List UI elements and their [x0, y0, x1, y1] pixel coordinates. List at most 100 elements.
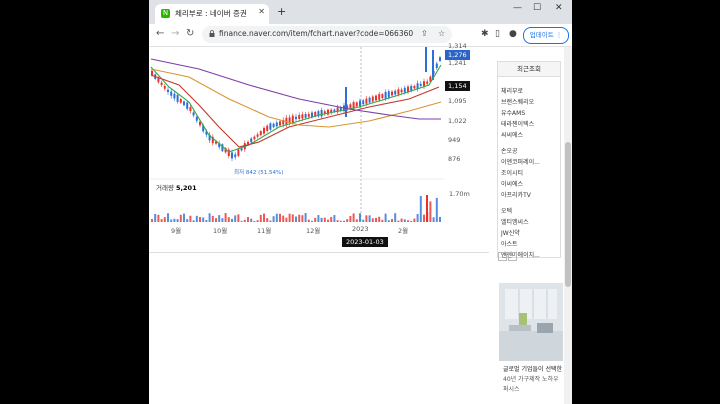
volume-bar	[218, 215, 221, 222]
volume-bar	[179, 214, 182, 222]
forward-arrow-icon[interactable]: →	[171, 28, 179, 39]
browser-tab[interactable]: N 체리부로 : 네이버 증권 ✕	[155, 4, 269, 24]
volume-bar	[400, 218, 403, 222]
crosshair-price-tag: 1,154	[445, 81, 470, 91]
volume-bar	[160, 219, 163, 222]
volume-bar	[186, 219, 189, 222]
volume-spike-bar	[426, 195, 428, 222]
volume-bar	[259, 214, 262, 222]
reload-icon[interactable]: ↻	[186, 28, 194, 39]
candle-body	[256, 134, 259, 137]
back-arrow-icon[interactable]: ←	[156, 28, 164, 39]
volume-bar	[192, 220, 195, 222]
candle-body	[279, 121, 281, 126]
candle-body	[291, 115, 294, 123]
pager-next-icon[interactable]: ›	[508, 252, 517, 261]
volume-bar	[343, 220, 345, 222]
candle-body	[240, 148, 243, 151]
update-button[interactable]: 업데이트 ⋮	[523, 27, 569, 44]
recent-stock-item[interactable]: 테라젠이텍스	[501, 119, 534, 128]
recent-stock-item[interactable]: 오텍	[501, 206, 512, 215]
candle-body	[384, 91, 387, 99]
candle-body	[253, 136, 256, 140]
candle-body	[275, 122, 278, 127]
candle-body	[304, 113, 307, 118]
page-scrollbar[interactable]	[564, 47, 572, 404]
recent-stock-item[interactable]: JW신약	[501, 228, 520, 237]
volume-bar	[183, 213, 185, 222]
extensions-icon[interactable]: ✱	[481, 29, 489, 39]
ad-brand[interactable]: 퍼시스	[503, 384, 520, 393]
volume-bar	[243, 219, 246, 222]
recent-stock-item[interactable]: 엘티엠씨스	[501, 217, 529, 226]
update-label: 업데이트	[529, 31, 554, 39]
volume-bar	[195, 215, 198, 222]
candle-body	[179, 99, 182, 103]
share-icon[interactable]: ⇪	[421, 29, 428, 38]
volume-bar	[375, 217, 377, 222]
candle-body	[435, 63, 438, 68]
volume-title: 거래량 5,201	[156, 182, 197, 192]
ad-headline[interactable]: 글로벌 기업들이 선택한	[503, 364, 562, 373]
volume-bar	[371, 218, 374, 222]
new-tab-button[interactable]: +	[277, 5, 286, 18]
recent-stock-item[interactable]: 씨씨에스	[501, 130, 523, 139]
recent-stock-item[interactable]: 유수AMS	[501, 108, 525, 117]
candle-body	[362, 100, 365, 105]
volume-bar	[253, 220, 256, 222]
volume-bar	[387, 220, 390, 222]
address-bar[interactable]: finance.naver.com/item/fchart.naver?code…	[202, 26, 452, 43]
pager-prev-icon[interactable]: ‹	[498, 252, 507, 261]
volume-bar	[378, 216, 381, 222]
tab-close-icon[interactable]: ✕	[258, 7, 265, 16]
recent-stocks-title: 최근조회	[498, 62, 560, 77]
spike-candle	[425, 47, 427, 72]
volume-bar	[269, 220, 272, 222]
candle-body	[320, 109, 323, 117]
recent-stock-item[interactable]: 이씨에스	[501, 179, 523, 188]
volume-bar	[295, 216, 297, 222]
recent-stock-item[interactable]: 아프리카TV	[501, 190, 531, 199]
bookmark-star-icon[interactable]: ☆	[438, 29, 445, 38]
stock-chart[interactable]	[149, 47, 489, 252]
candle-body	[416, 83, 419, 89]
volume-bar	[352, 213, 355, 222]
volume-bar	[381, 219, 384, 222]
scrollbar-thumb[interactable]	[565, 142, 571, 287]
volume-bar	[215, 218, 217, 222]
minimize-button[interactable]: —	[513, 3, 522, 13]
office-ad-image[interactable]	[499, 283, 563, 361]
candle-body	[250, 138, 253, 143]
recent-stock-item[interactable]: 체리부로	[501, 86, 523, 95]
maximize-button[interactable]: ☐	[533, 3, 541, 13]
volume-bar	[355, 219, 358, 222]
price-tick: 949	[448, 136, 461, 144]
close-window-button[interactable]: ✕	[555, 3, 563, 13]
month-tick: 2023	[352, 225, 369, 233]
price-tick: 876	[448, 155, 461, 163]
candle-body	[195, 116, 198, 121]
address-toolbar: ← → ↻ finance.naver.com/item/fchart.nave…	[149, 24, 572, 47]
recent-stock-item[interactable]: 이엔코퍼레이...	[501, 157, 540, 166]
profile-avatar-icon[interactable]: ●	[509, 29, 517, 39]
candle-body	[403, 87, 406, 93]
candle-body	[371, 96, 374, 102]
volume-bar	[368, 215, 371, 222]
volume-bar	[240, 220, 243, 222]
recent-stock-item[interactable]: 브랜스퀘리오	[501, 97, 534, 106]
side-panel-icon[interactable]: ▯	[495, 29, 500, 39]
recent-stock-item[interactable]: 손오공	[501, 146, 518, 155]
volume-bar	[394, 213, 397, 222]
price-tick: 1,241	[448, 59, 467, 67]
candle-body	[192, 112, 195, 116]
recent-stock-item[interactable]: 아스트	[501, 239, 518, 248]
low-price-label: 최저 842 (51.54%)	[234, 170, 284, 176]
candle-body	[407, 86, 409, 92]
volume-bar	[307, 219, 310, 222]
volume-bar	[423, 214, 425, 222]
recent-stock-item[interactable]: 조이시티	[501, 168, 523, 177]
ad-subline[interactable]: 40년 가구제작 노하우	[503, 374, 559, 383]
month-tick: 9월	[171, 227, 182, 235]
volume-bar	[339, 220, 342, 222]
candle-body	[170, 91, 173, 96]
